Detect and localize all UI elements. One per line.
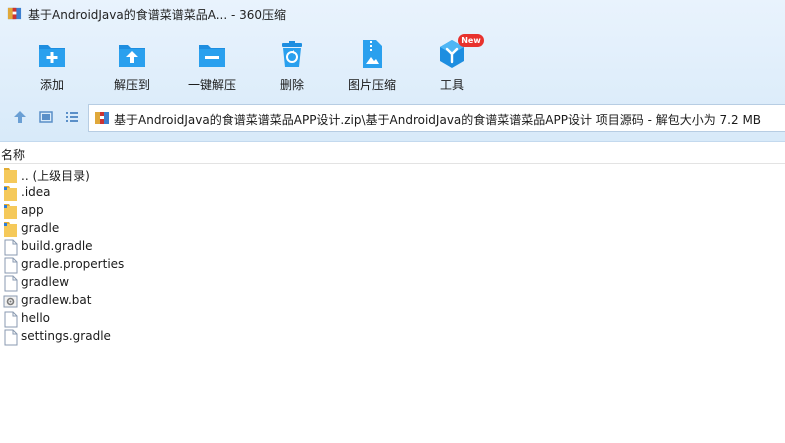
toolbar: 添加 解压到 一键解压 删除 图片压缩 New 工具 xyxy=(0,28,785,96)
file-name: gradlew.bat xyxy=(21,293,92,307)
one-click-extract-button[interactable]: 一键解压 xyxy=(172,36,252,94)
file-name: settings.gradle xyxy=(21,329,111,343)
list-item-gradlew-bat[interactable]: gradlew.bat xyxy=(0,292,500,310)
list-item-build-gradle[interactable]: build.gradle xyxy=(0,238,500,256)
batch-file-gear-icon xyxy=(3,295,18,308)
image-compress-icon xyxy=(363,40,382,68)
delete-button[interactable]: 删除 xyxy=(252,36,332,94)
recycle-bin-icon xyxy=(282,41,302,67)
extract-to-label: 解压到 xyxy=(113,78,150,92)
list-item-hello[interactable]: hello xyxy=(0,310,500,328)
list-item-gradlew[interactable]: gradlew xyxy=(0,274,500,292)
list-view-icon[interactable] xyxy=(64,109,80,125)
file-icon xyxy=(4,239,18,256)
add-icon xyxy=(39,45,65,67)
thumbnail-view-icon[interactable] xyxy=(38,109,54,125)
column-header: 名称 xyxy=(0,143,785,164)
image-compress-button[interactable]: 图片压缩 xyxy=(332,36,412,94)
file-name: .idea xyxy=(21,185,51,199)
list-item-gradle-dir[interactable]: gradle xyxy=(0,220,500,238)
file-name: hello xyxy=(21,311,50,325)
file-name: .. (上级目录) xyxy=(21,169,90,183)
image-compress-label: 图片压缩 xyxy=(347,78,396,92)
file-name: gradle.properties xyxy=(21,257,125,271)
list-item-settings-gradle[interactable]: settings.gradle xyxy=(0,328,500,346)
folder-icon xyxy=(4,186,17,201)
file-icon xyxy=(4,311,18,328)
file-icon xyxy=(4,257,18,274)
add-label: 添加 xyxy=(39,78,64,92)
extract-to-button[interactable]: 解压到 xyxy=(92,36,172,94)
archive-app-icon xyxy=(7,7,22,20)
file-icon xyxy=(4,275,18,292)
file-icon xyxy=(4,329,18,346)
top-chrome: 基于AndroidJava的食谱菜谱菜品A... - 360压缩 添加 解压到 xyxy=(0,0,785,142)
file-name: build.gradle xyxy=(21,239,93,253)
list-item-idea[interactable]: .idea xyxy=(0,184,500,202)
folder-icon xyxy=(4,222,17,237)
title-bar: 基于AndroidJava的食谱菜谱菜品A... - 360压缩 xyxy=(0,0,785,28)
list-item-gradle-properties[interactable]: gradle.properties xyxy=(0,256,500,274)
delete-label: 删除 xyxy=(279,78,304,92)
file-name: gradlew xyxy=(21,275,70,289)
folder-icon xyxy=(4,168,17,183)
add-button[interactable]: 添加 xyxy=(12,36,92,94)
zip-archive-icon xyxy=(95,112,109,124)
tools-label: 工具 xyxy=(439,78,464,92)
one-click-extract-icon xyxy=(199,45,225,67)
list-item-app[interactable]: app xyxy=(0,202,500,220)
file-name: gradle xyxy=(21,221,60,235)
one-click-extract-label: 一键解压 xyxy=(187,78,236,92)
window-title: 基于AndroidJava的食谱菜谱菜品A... - 360压缩 xyxy=(28,8,287,22)
address-bar: 基于AndroidJava的食谱菜谱菜品APP设计.zip\基于AndroidJ… xyxy=(0,100,785,136)
folder-icon xyxy=(4,204,17,219)
column-name-header[interactable]: 名称 xyxy=(1,146,25,163)
address-path-text: 基于AndroidJava的食谱菜谱菜品APP设计.zip\基于AndroidJ… xyxy=(114,113,762,127)
extract-to-icon xyxy=(119,45,145,67)
address-path-field[interactable]: 基于AndroidJava的食谱菜谱菜品APP设计.zip\基于AndroidJ… xyxy=(88,104,785,132)
tools-button[interactable]: New 工具 xyxy=(412,34,492,94)
list-item-parent-dir[interactable]: .. (上级目录) xyxy=(0,166,500,184)
up-arrow-icon[interactable] xyxy=(12,109,28,125)
new-badge: New xyxy=(458,34,484,47)
file-name: app xyxy=(21,203,44,217)
